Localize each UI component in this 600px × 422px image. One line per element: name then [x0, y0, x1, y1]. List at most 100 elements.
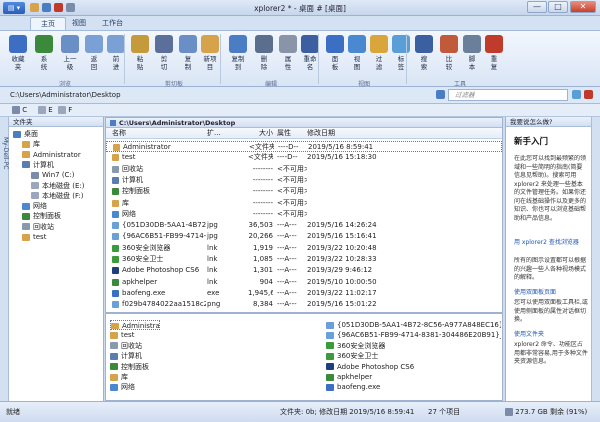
secondary-item[interactable]: 360安全卫士	[326, 351, 501, 361]
ribbon-group-label: 工具	[453, 81, 466, 88]
secondary-item[interactable]: baofeng.exe	[326, 382, 501, 392]
tab-view[interactable]: 视图	[62, 17, 96, 30]
column-modified-date[interactable]: 修改日期	[307, 128, 335, 138]
drive-f-button[interactable]: F	[58, 106, 72, 114]
ribbon-button-up-arrow[interactable]: 上一 级	[58, 33, 82, 79]
folder-icon	[31, 182, 39, 189]
filter-input[interactable]: 过滤器	[448, 89, 568, 101]
file-ext: jpg	[207, 232, 218, 241]
tree-item[interactable]: 回收站	[22, 222, 54, 232]
ribbon-button-label: 复制 到	[231, 55, 245, 71]
close-button[interactable]: ✕	[570, 1, 596, 13]
ribbon-button-search[interactable]: 搜 索	[412, 33, 436, 79]
maximize-button[interactable]: □	[548, 1, 568, 13]
tab-home[interactable]: 主页	[30, 17, 66, 30]
file-row[interactable]: test <文件夹> ----D-- 2019/5/16 15:18:30	[106, 152, 502, 163]
address-path[interactable]: C:\Users\Administrator\Desktop	[10, 89, 430, 101]
file-row[interactable]: 360安全浏览器 lnk 1,919 ---A--- 2019/3/22 10:20:4…	[106, 243, 502, 254]
help-link-dual-pane[interactable]: 使用双面板页面	[514, 289, 588, 298]
column-name[interactable]: 名称	[112, 128, 126, 138]
tree-item[interactable]: test	[22, 232, 46, 242]
ribbon-button-computer[interactable]: 系 统	[32, 33, 56, 79]
ribbon-button-cut[interactable]: 剪 切	[152, 33, 176, 79]
ribbon-button-view[interactable]: 视 图	[345, 33, 369, 79]
filter-icon[interactable]	[572, 90, 581, 99]
refresh-icon[interactable]	[436, 90, 445, 99]
ribbon-button-delete[interactable]: 删 除	[252, 33, 276, 79]
tree-item[interactable]: 网络	[22, 201, 47, 211]
column-extension[interactable]: 扩...	[207, 128, 221, 138]
ribbon-button-copy-to[interactable]: 复制 到	[226, 33, 250, 79]
file-row[interactable]: f029b4784022aa1518c2f...png 8,384 ---A--- 2…	[106, 299, 502, 310]
secondary-item[interactable]: 库	[110, 372, 300, 382]
file-row[interactable]: baofeng.exe exe 1,945,600 ---A--- 2019/3/22 …	[106, 288, 502, 299]
ribbon-button-star[interactable]: 收藏 夹	[6, 33, 30, 79]
column-size[interactable]: 大小	[248, 128, 273, 138]
ribbon-button-label: 重 复	[490, 55, 498, 71]
tree-item-label: 控制面板	[33, 212, 61, 221]
tree-item[interactable]: 本地磁盘 (E:)	[31, 181, 84, 191]
secondary-item[interactable]: test	[110, 330, 300, 340]
ribbon-button-tag[interactable]: 标 签	[389, 33, 413, 79]
file-row[interactable]: 控制面板 -------- <不可用>	[106, 186, 502, 197]
file-row[interactable]: 回收站 -------- <不可用>	[106, 164, 502, 175]
file-row[interactable]: 网络 -------- <不可用>	[106, 209, 502, 220]
secondary-item[interactable]: 回收站	[110, 341, 300, 351]
ribbon-button-label: 复 制	[184, 55, 192, 71]
tree-item[interactable]: 库	[22, 139, 40, 149]
file-date: 2019/5/16 14:26:24	[307, 221, 377, 230]
ribbon-button-properties[interactable]: 属 性	[276, 33, 300, 79]
file-row[interactable]: {051D30DB-5AA1-4B72-...jpg 36,503---A--- 2…	[106, 220, 502, 231]
file-row[interactable]: {96AC6B51-FB99-4714-B...jpg 20,266---A---…	[106, 231, 502, 242]
file-ext: lnk	[207, 255, 218, 263]
file-row[interactable]: 360安全卫士 lnk 1,085 ---A--- 2019/3/22 10:28:33	[106, 254, 502, 265]
secondary-item[interactable]: apkhelper	[326, 372, 501, 382]
secondary-item[interactable]: {96AC6B51-FB99-4714-8381-304486E20B91}_2…	[326, 330, 501, 340]
file-row[interactable]: 计算机 -------- <不可用>	[106, 175, 502, 186]
ribbon-button-copy[interactable]: 复 制	[176, 33, 200, 79]
tree-item[interactable]: 计算机	[22, 160, 54, 170]
secondary-item[interactable]: {051D30DB-5AA1-4B72-8C56-A977A848EC16}_2…	[326, 320, 501, 330]
file-date: 2019/3/22 11:02:17	[307, 288, 377, 297]
ribbon-button-back-arrow[interactable]: 返 回	[82, 33, 106, 79]
tree-item[interactable]: 本地磁盘 (F:)	[31, 191, 84, 201]
tree-item[interactable]: 控制面板	[22, 211, 61, 221]
address-bar: C:\Users\Administrator\Desktop 过滤器	[0, 87, 600, 104]
clear-filter-icon[interactable]	[584, 90, 593, 99]
tree-item-label: 库	[33, 140, 40, 149]
secondary-item[interactable]: 计算机	[110, 351, 300, 361]
tree-item[interactable]: Win7 (C:)	[31, 170, 75, 180]
secondary-item[interactable]: 控制面板	[110, 362, 300, 372]
drive-e-button[interactable]: E	[38, 106, 53, 114]
file-icon	[110, 352, 118, 360]
file-name: Administrator	[123, 143, 171, 151]
tree-item[interactable]: Administrator	[22, 150, 81, 160]
column-attributes[interactable]: 属性	[277, 128, 291, 138]
ribbon-group-label: 剪切板	[164, 81, 183, 88]
secondary-item[interactable]: 360安全浏览器	[326, 341, 501, 351]
tree-item[interactable]: 桌面	[13, 129, 38, 139]
file-row[interactable]: 库 -------- <不可用>	[106, 198, 502, 209]
file-row[interactable]: apkhelper lnk 904 ---A--- 2019/5/10 10:00:50	[106, 277, 502, 288]
ribbon-button-duplicate[interactable]: 重 复	[482, 33, 506, 79]
ribbon-button-new-item[interactable]: 新项 目	[198, 33, 222, 79]
ribbon-button-paste[interactable]: 粘 贴	[128, 33, 152, 79]
drive-c-button[interactable]: C	[12, 106, 27, 114]
help-link-browse[interactable]: 用 xplorer2 查找浏览器	[514, 239, 588, 248]
file-attr: ---A---	[277, 277, 297, 286]
file-row[interactable]: Adobe Photoshop CS6 lnk 1,301 ---A--- 2019/3…	[106, 265, 502, 276]
ribbon-button-label: 过 滤	[375, 55, 383, 71]
ribbon-button-script[interactable]: 脚 本	[460, 33, 484, 79]
secondary-item[interactable]: Adobe Photoshop CS6	[326, 362, 501, 372]
ribbon-button-compare[interactable]: 比 较	[437, 33, 461, 79]
help-link-folders[interactable]: 使用文件夹	[514, 331, 588, 340]
ribbon-button-filter[interactable]: 过 滤	[367, 33, 391, 79]
view-icon	[348, 35, 366, 53]
minimize-button[interactable]: —	[527, 1, 547, 13]
secondary-item[interactable]: 网络	[110, 382, 300, 392]
secondary-item[interactable]: Administrator	[110, 320, 160, 330]
file-row[interactable]: Administrator <文件夹> ----D-- 2019/5/16 8:59:…	[106, 141, 502, 152]
tab-workbench[interactable]: 工作台	[92, 17, 133, 30]
ribbon-button-panel[interactable]: 面 板	[323, 33, 347, 79]
file-date: 2019/3/22 10:28:33	[307, 255, 377, 263]
